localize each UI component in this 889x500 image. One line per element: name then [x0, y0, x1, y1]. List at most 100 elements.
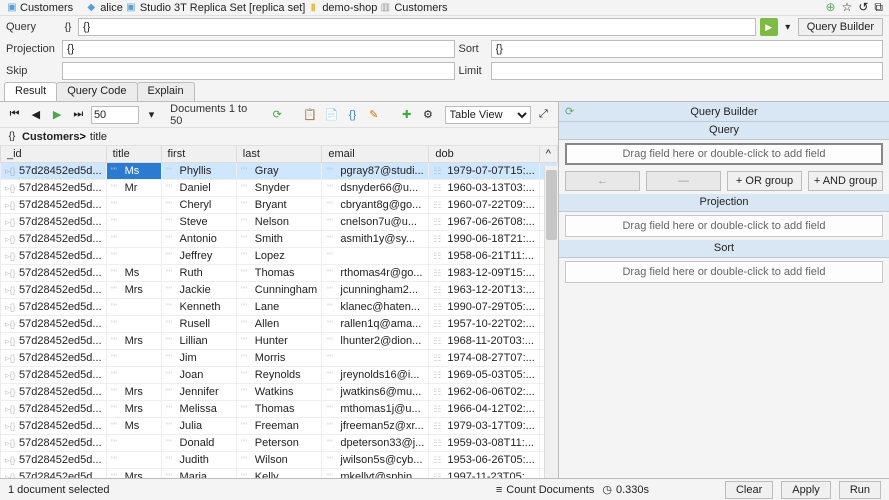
skip-limit-row: Skip Limit — [0, 60, 889, 82]
qb-section-query: Query — [559, 122, 889, 140]
window-title: Customers — [20, 2, 73, 14]
query-input[interactable] — [78, 18, 756, 36]
table-row[interactable]: ▹{}57d28452ed5d...""Mrs""Melissa""Thomas… — [1, 401, 558, 418]
table-row[interactable]: ▹{}57d28452ed5d...""""Jeffrey""Lopez""☷1… — [1, 248, 558, 265]
query-time: ◷0.330s — [602, 483, 649, 496]
qb-sort-drop[interactable]: Drag field here or double-click to add f… — [565, 261, 883, 283]
run-query-icon[interactable]: ▶ — [760, 18, 778, 36]
edit-icon[interactable]: ✎ — [365, 106, 382, 124]
qb-section-sort: Sort — [559, 240, 889, 258]
view-mode-select[interactable]: Table View — [445, 106, 531, 124]
qb-remove-button[interactable]: — — [646, 171, 721, 191]
scroll-thumb[interactable] — [546, 170, 557, 240]
count-icon: ≡ — [496, 484, 502, 496]
result-grid: _id title first last email dob ^ ▹{}57d2… — [0, 146, 558, 478]
table-row[interactable]: ▹{}57d28452ed5d...""Mrs""Maria""Kelly""m… — [1, 469, 558, 479]
col-id[interactable]: _id — [1, 146, 107, 163]
star-icon[interactable]: ☆ — [842, 0, 853, 15]
table-row[interactable]: ▹{}57d28452ed5d...""""Steve""Nelson""cne… — [1, 214, 558, 231]
expand-icon[interactable]: ⤢ — [535, 106, 552, 124]
clear-button[interactable]: Clear — [725, 481, 773, 499]
col-title[interactable]: title — [106, 146, 161, 163]
status-bar: 1 document selected ≡Count Documents ◷0.… — [0, 478, 889, 500]
qb-query-drop[interactable]: Drag field here or double-click to add f… — [565, 143, 883, 165]
run-button[interactable]: Run — [839, 481, 881, 499]
tab-icon: ▣ — [6, 2, 18, 14]
col-extra[interactable]: ^ — [539, 146, 557, 163]
refresh-results-icon[interactable]: ⟳ — [269, 106, 286, 124]
table-row[interactable]: ▹{}57d28452ed5d...""""Jim""Morris""☷1974… — [1, 350, 558, 367]
more-icon[interactable]: ▾ — [782, 21, 794, 33]
sort-label: Sort — [459, 43, 487, 55]
table-row[interactable]: ▹{}57d28452ed5d...""""Cheryl""Bryant""cb… — [1, 197, 558, 214]
refresh-icon[interactable]: ↺ — [858, 0, 868, 15]
table-row[interactable]: ▹{}57d28452ed5d...""Ms""Ruth""Thomas""rt… — [1, 265, 558, 282]
tab-querycode[interactable]: Query Code — [56, 82, 137, 101]
projection-input[interactable] — [62, 40, 455, 58]
table-row[interactable]: ▹{}57d28452ed5d...""Mr""Daniel""Snyder""… — [1, 180, 558, 197]
brace-inline-icon: {} — [6, 131, 18, 143]
clock-icon: ◷ — [602, 483, 612, 496]
table-row[interactable]: ▹{}57d28452ed5d...""""Joan""Reynolds""jr… — [1, 367, 558, 384]
settings-icon[interactable]: ⚙ — [419, 106, 436, 124]
qb-icon: ⟳ — [565, 105, 574, 118]
db-icon: ▮ — [307, 2, 319, 14]
replica-icon: ▣ — [125, 2, 137, 14]
brace-icon: {} — [62, 21, 74, 33]
col-dob[interactable]: dob — [429, 146, 539, 163]
qb-title: ⟳Query Builder — [559, 102, 889, 122]
qb-or-button[interactable]: + OR group — [727, 171, 802, 191]
table-row[interactable]: ▹{}57d28452ed5d...""Ms""Julia""Freeman""… — [1, 418, 558, 435]
query-label: Query — [6, 21, 58, 33]
query-builder-panel: ⟳Query Builder Query Drag field here or … — [559, 102, 889, 478]
apply-button[interactable]: Apply — [781, 481, 831, 499]
table-row[interactable]: ▹{}57d28452ed5d...""""Kenneth""Lane""kla… — [1, 299, 558, 316]
table-row[interactable]: ▹{}57d28452ed5d...""Mrs""Jennifer""Watki… — [1, 384, 558, 401]
crumb-db[interactable]: demo-shop — [322, 2, 377, 14]
page-size-input[interactable] — [91, 106, 139, 124]
top-actions: ⊕ ☆ ↺ ⧉ — [826, 0, 883, 15]
qb-projection-drop[interactable]: Drag field here or double-click to add f… — [565, 215, 883, 237]
add-icon[interactable]: ⊕ — [826, 0, 836, 15]
sort-input[interactable] — [491, 40, 884, 58]
window-titlebar: ▣ Customers ◆alice ▣Studio 3T Replica Se… — [0, 0, 889, 16]
prev-page-icon[interactable]: ◀ — [27, 106, 44, 124]
qb-and-button[interactable]: + AND group — [808, 171, 883, 191]
table-row[interactable]: ▹{}57d28452ed5d...""""Judith""Wilson""jw… — [1, 452, 558, 469]
breadcrumb-path: {} Customers> title — [0, 128, 558, 146]
table-row[interactable]: ▹{}57d28452ed5d...""Mrs""Jackie""Cunning… — [1, 282, 558, 299]
table-row[interactable]: ▹{}57d28452ed5d...""""Antonio""Smith""as… — [1, 231, 558, 248]
col-last[interactable]: last — [236, 146, 322, 163]
add-doc-icon[interactable]: ✚ — [398, 106, 415, 124]
view-json-icon[interactable]: {} — [344, 106, 361, 124]
result-tabs: Result Query Code Explain — [0, 82, 889, 102]
col-email[interactable]: email — [322, 146, 429, 163]
last-page-icon[interactable]: ⏭ — [70, 106, 87, 124]
dup-icon[interactable]: ⧉ — [874, 0, 883, 15]
crumb-coll[interactable]: Customers — [394, 2, 447, 14]
count-docs[interactable]: ≡Count Documents — [496, 484, 594, 496]
tab-result[interactable]: Result — [4, 82, 57, 101]
crumb-rs[interactable]: Studio 3T Replica Set [replica set] — [140, 2, 306, 14]
query-builder-button[interactable]: Query Builder — [798, 18, 883, 36]
doc-range-label: Documents 1 to 50 — [164, 103, 264, 127]
export-icon[interactable]: 📄 — [323, 106, 340, 124]
table-row[interactable]: ▹{}57d28452ed5d...""Ms""Phyllis""Gray""p… — [1, 163, 558, 180]
table-row[interactable]: ▹{}57d28452ed5d...""""Donald""Peterson""… — [1, 435, 558, 452]
play-icon[interactable]: ▶ — [48, 106, 65, 124]
tab-explain[interactable]: Explain — [137, 82, 195, 101]
col-first[interactable]: first — [161, 146, 236, 163]
page-dropdown-icon[interactable]: ▾ — [143, 106, 160, 124]
table-row[interactable]: ▹{}57d28452ed5d...""""Rusell""Allen""ral… — [1, 316, 558, 333]
limit-input[interactable] — [491, 62, 884, 80]
query-row: Query {} ▶ ▾ Query Builder — [0, 16, 889, 38]
first-page-icon[interactable]: ⏮ — [6, 106, 23, 124]
path-field[interactable]: title — [90, 131, 107, 143]
copy-icon[interactable]: 📋 — [301, 106, 318, 124]
scrollbar[interactable] — [544, 166, 558, 478]
table-row[interactable]: ▹{}57d28452ed5d...""Mrs""Lillian""Hunter… — [1, 333, 558, 350]
qb-back-button[interactable]: ← — [565, 171, 640, 191]
path-collection[interactable]: Customers> — [22, 131, 86, 143]
crumb-user[interactable]: alice — [100, 2, 123, 14]
skip-input[interactable] — [62, 62, 455, 80]
